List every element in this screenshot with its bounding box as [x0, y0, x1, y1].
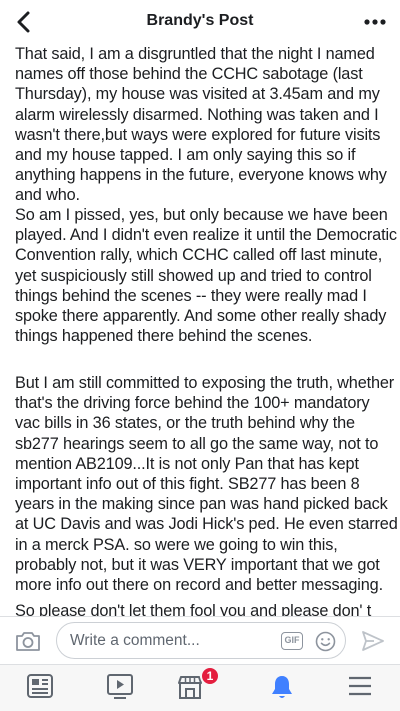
post-paragraph: But I am still committed to exposing the… — [15, 373, 398, 595]
tab-menu[interactable] — [340, 673, 380, 703]
emoji-button[interactable] — [315, 631, 336, 652]
top-nav-bar: Brandy's Post — [0, 0, 400, 44]
post-line: That said, I am a disgruntled that the n… — [15, 45, 375, 63]
tab-notifications[interactable] — [262, 673, 302, 703]
post-line: played. And I didn't even realize it unt… — [15, 226, 397, 245]
post-line: probably not, but it was VERY important … — [15, 555, 380, 574]
comment-input[interactable]: Write a comment... GIF — [56, 622, 346, 659]
post-line: that's the driving force behind the 100+… — [15, 394, 370, 413]
more-options-button[interactable] — [362, 10, 388, 34]
send-button[interactable] — [360, 629, 386, 653]
post-paragraph: So please don't let them fool you and pl… — [15, 601, 391, 616]
post-line: names off those behind the CCHC sabotage… — [15, 65, 363, 84]
post-line: yet suspiciously still showed up and tri… — [15, 266, 372, 285]
post-line: things behind the scenes -- they were re… — [15, 286, 367, 305]
tab-marketplace[interactable]: 1 — [170, 666, 220, 703]
bottom-tab-bar: 1 — [0, 664, 400, 711]
post-line: in a merck PSA. so were we going to win … — [15, 535, 338, 554]
bell-icon — [272, 676, 292, 698]
post-line: Thursday), my house was visited at 3.45a… — [15, 85, 380, 104]
emoji-icon — [315, 631, 336, 652]
post-line: alarm wirelessly disarmed. Nothing was t… — [15, 105, 379, 124]
post-line: things happened there behind the scenes. — [15, 327, 313, 346]
comment-placeholder: Write a comment... — [70, 632, 200, 649]
post-line: and my house tapped. I am only saying th… — [15, 146, 356, 165]
post-line: at UC Davis and was Jodi Hick's ped. He … — [15, 515, 398, 534]
post-paragraph: So am I pissed, yes, but only because we… — [15, 205, 397, 346]
post-paragraph: That said, I am a disgruntled that the n… — [15, 44, 391, 206]
hamburger-menu-icon — [349, 676, 371, 696]
page-title: Brandy's Post — [146, 12, 254, 29]
post-line: anything happens in the future, everyone… — [15, 166, 387, 185]
post-line: and who. — [15, 186, 80, 205]
post-line: mention AB2109...It is not only Pan that… — [15, 454, 359, 473]
send-icon — [362, 631, 384, 651]
more-horizontal-icon — [364, 19, 386, 25]
camera-icon — [16, 632, 40, 651]
news-feed-icon — [27, 674, 53, 698]
back-button[interactable] — [10, 6, 42, 38]
post-line: So please don't let them fool you and pl… — [15, 602, 372, 616]
post-line: important info out of this fight. SB277 … — [15, 475, 360, 494]
gif-button[interactable]: GIF — [281, 632, 303, 650]
post-line: But I am still committed to exposing the… — [15, 374, 395, 392]
post-line: sb277 hearings seem to all go the same w… — [15, 434, 379, 453]
post-line: years in the making since pan was hand p… — [15, 495, 388, 514]
camera-button[interactable] — [14, 629, 42, 653]
tab-news-feed[interactable] — [20, 673, 60, 703]
post-line: So am I pissed, yes, but only because we… — [15, 206, 388, 224]
post-line: more info out there on record and better… — [15, 576, 383, 595]
video-play-icon — [107, 674, 133, 699]
post-line: vac bills in 36 states, or the truth beh… — [15, 414, 355, 433]
notification-badge: 1 — [200, 666, 220, 686]
post-line: spoke there apparently. And some other r… — [15, 307, 387, 326]
comment-composer: Write a comment... GIF — [0, 616, 400, 664]
post-line: Convention rally, which CCHC called off … — [15, 246, 383, 265]
chevron-left-icon — [17, 11, 30, 33]
tab-watch[interactable] — [100, 673, 140, 703]
post-line: wasn't there,but ways were explored for … — [15, 125, 381, 144]
post-content: That said, I am a disgruntled that the n… — [0, 44, 400, 616]
